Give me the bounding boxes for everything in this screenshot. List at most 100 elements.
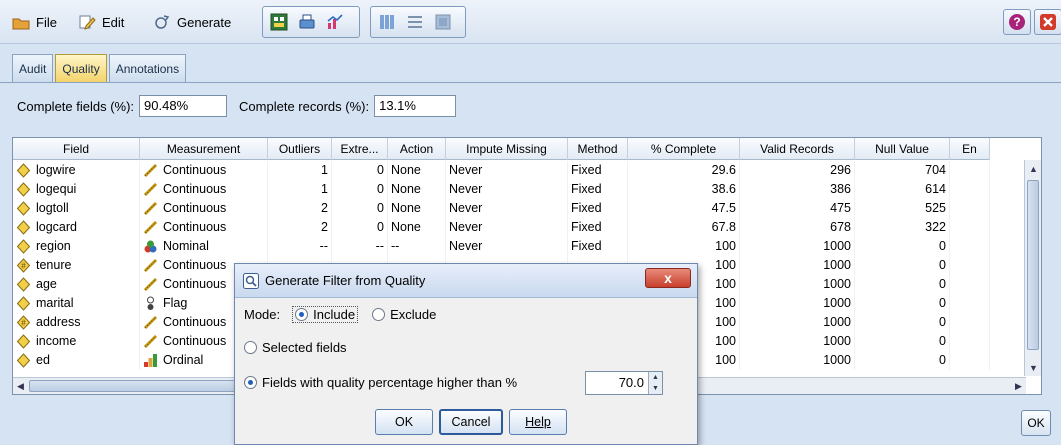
dialog-help-button[interactable]: Help [509, 409, 567, 435]
column-header-field[interactable]: Field [13, 138, 140, 160]
table-row[interactable]: logcard Continuous 2 0 None Never Fixed 67.8 678… [13, 218, 990, 237]
stepper-down-icon[interactable]: ▼ [649, 383, 662, 394]
cell-en [950, 294, 990, 313]
column-header-valid-records[interactable]: Valid Records [740, 138, 855, 160]
tab-quality[interactable]: Quality [55, 54, 107, 82]
generate-filter-dialog: Generate Filter from Quality x Mode: Inc… [234, 263, 698, 445]
table-row[interactable]: logwire Continuous 1 0 None Never Fixed 29.6 296… [13, 161, 990, 180]
cell-valid-records: 1000 [740, 237, 855, 256]
column-header-action[interactable]: Action [388, 138, 446, 160]
cell-en [950, 351, 990, 370]
grid-view-button[interactable] [429, 9, 457, 35]
table-row[interactable]: logequi Continuous 1 0 None Never Fixed 38.6 386… [13, 180, 990, 199]
selected-fields-radio[interactable]: Selected fields [244, 340, 347, 355]
cell-measurement: Continuous [140, 199, 268, 218]
chart-icon [327, 14, 343, 29]
scroll-up-icon[interactable]: ▲ [1026, 161, 1041, 176]
quality-threshold-value[interactable]: 70.0 [619, 375, 644, 390]
cell-outliers: 2 [268, 199, 332, 218]
include-radio[interactable]: Include [292, 306, 359, 323]
tab-audit[interactable]: Audit [12, 54, 54, 82]
list-view-button[interactable] [401, 9, 429, 35]
column-header-extremes[interactable]: Extre... [332, 138, 388, 160]
scroll-right-icon[interactable]: ▶ [1011, 379, 1026, 394]
field-name: income [36, 334, 77, 348]
svg-text:?: ? [1013, 15, 1020, 29]
column-header-null-value[interactable]: Null Value [855, 138, 950, 160]
column-header-measurement[interactable]: Measurement [140, 138, 268, 160]
columns-view-button[interactable] [373, 9, 401, 35]
continuous-measure-icon [143, 277, 158, 292]
complete-records-value: 13.1% [374, 95, 457, 117]
continuous-field-icon [16, 334, 31, 349]
continuous-field-icon [16, 353, 31, 368]
file-menu-label: File [36, 14, 57, 30]
file-menu[interactable]: File [12, 12, 57, 32]
scroll-down-icon[interactable]: ▼ [1026, 360, 1041, 375]
edit-menu-label: Edit [102, 14, 125, 30]
quality-summary: Complete fields (%): 90.48% Complete rec… [17, 94, 457, 118]
table-row[interactable]: region Nominal -- -- -- Never Fixed 100 1000 0 [13, 237, 990, 256]
cell-field: age [13, 275, 140, 294]
generate-menu[interactable]: Generate [153, 12, 231, 32]
edit-menu[interactable]: Edit [78, 12, 124, 32]
complete-records-label: Complete records (%): [239, 98, 370, 114]
column-header-en[interactable]: En [950, 138, 990, 160]
cell-field: ed [13, 351, 140, 370]
export-button[interactable] [265, 9, 293, 35]
measurement-label: Continuous [163, 258, 227, 272]
vertical-scroll-thumb[interactable] [1027, 180, 1039, 350]
measurement-label: Continuous [163, 182, 227, 196]
list-icon [408, 16, 422, 28]
field-name: tenure [36, 258, 72, 272]
main-ok-button[interactable]: OK [1021, 410, 1051, 436]
dialog-ok-button[interactable]: OK [375, 409, 433, 435]
cell-valid-records: 678 [740, 218, 855, 237]
scroll-left-icon[interactable]: ◀ [13, 379, 28, 394]
help-icon: ? [1009, 14, 1025, 30]
help-window-button[interactable]: ? [1003, 9, 1031, 35]
stepper-up-icon[interactable]: ▲ [649, 372, 662, 383]
continuous-measure-icon [143, 315, 158, 330]
dialog-title-bar[interactable]: Generate Filter from Quality x [235, 264, 697, 298]
generate-menu-label: Generate [177, 14, 232, 30]
vertical-scrollbar[interactable]: ▲ ▼ [1024, 160, 1041, 376]
print-button[interactable] [293, 9, 321, 35]
continuous-measure-icon [143, 220, 158, 235]
quality-threshold-stepper[interactable]: 70.0 ▲ ▼ [585, 371, 663, 395]
cell-null-value: 0 [855, 256, 950, 275]
dialog-close-button[interactable]: x [645, 268, 691, 288]
exclude-radio[interactable]: Exclude [372, 307, 436, 322]
measurement-label: Flag [163, 296, 188, 310]
chart-button[interactable] [321, 9, 349, 35]
cell-field: income [13, 332, 140, 351]
cell-method: Fixed [568, 161, 628, 180]
complete-fields-value: 90.48% [139, 95, 228, 117]
stepper-arrows[interactable]: ▲ ▼ [648, 372, 662, 394]
cell-measurement: Nominal [140, 237, 268, 256]
cell-field: # tenure [13, 256, 140, 275]
measurement-label: Nominal [163, 239, 209, 253]
ordinal-measure-icon [143, 353, 158, 368]
cell-outliers: 1 [268, 180, 332, 199]
cell-valid-records: 296 [740, 161, 855, 180]
nominal-measure-icon [143, 239, 158, 254]
column-header-impute-missing[interactable]: Impute Missing [446, 138, 568, 160]
tab-annotations[interactable]: Annotations [108, 54, 187, 82]
column-header-outliers[interactable]: Outliers [268, 138, 332, 160]
column-header-method[interactable]: Method [568, 138, 628, 160]
dialog-cancel-button[interactable]: Cancel [439, 409, 503, 435]
close-window-button[interactable] [1034, 9, 1061, 35]
dialog-title: Generate Filter from Quality [265, 273, 426, 288]
table-row[interactable]: logtoll Continuous 2 0 None Never Fixed 47.5 475… [13, 199, 990, 218]
toolbar-group-view [370, 6, 466, 38]
cell-method: Fixed [568, 237, 628, 256]
cell-valid-records: 386 [740, 180, 855, 199]
close-icon [1040, 14, 1056, 30]
quality-threshold-radio[interactable]: Fields with quality percentage higher th… [244, 375, 517, 390]
dialog-close-icon: x [664, 270, 672, 286]
column-header-percent-complete[interactable]: % Complete [628, 138, 740, 160]
menu-bar: File Edit Generate ? [0, 0, 1061, 44]
measurement-label: Continuous [163, 315, 227, 329]
cell-valid-records: 1000 [740, 351, 855, 370]
